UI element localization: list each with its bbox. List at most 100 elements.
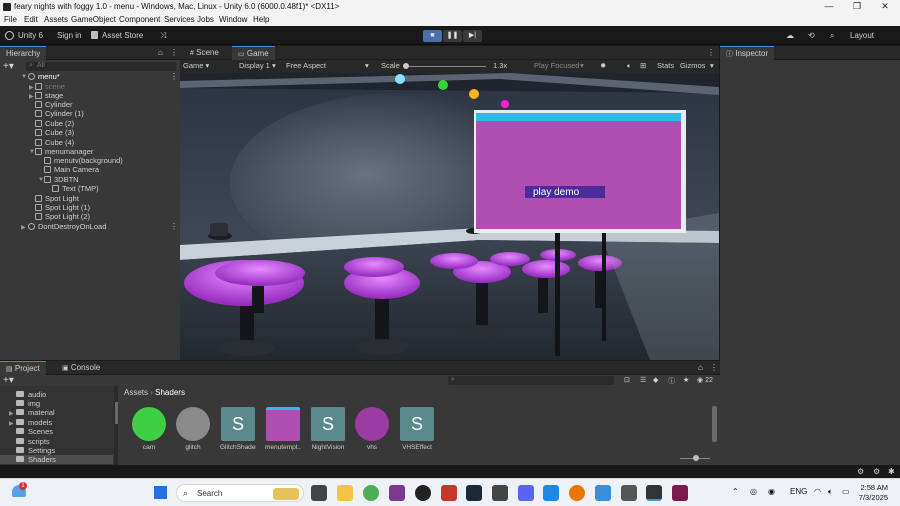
filter-label-icon[interactable]: ☰ <box>640 376 646 384</box>
folder-models[interactable]: models <box>16 418 52 427</box>
hierarchy-item[interactable]: Spot Light (2) <box>35 212 90 221</box>
history-icon[interactable]: ⟲ <box>808 31 815 40</box>
sign-in-button[interactable]: Sign in <box>57 31 81 40</box>
tag-icon[interactable]: ◆ <box>653 376 658 384</box>
close-button[interactable]: ✕ <box>871 0 899 14</box>
menu-services[interactable]: Services <box>164 15 195 24</box>
app-icon[interactable] <box>672 485 688 501</box>
settings-gear-icon[interactable]: ✹ <box>600 61 606 70</box>
aspect-chevron-icon[interactable]: ▾ <box>365 61 369 70</box>
hierarchy-item[interactable]: stage <box>35 91 63 100</box>
maximize-button[interactable]: ❐ <box>843 0 871 14</box>
audio-mute-icon[interactable]: 🔈︎ <box>627 61 632 71</box>
blender-icon[interactable] <box>569 485 585 501</box>
menu-help[interactable]: Help <box>253 15 269 24</box>
folder-shaders[interactable]: Shaders <box>0 455 113 464</box>
step-button[interactable]: ▶| <box>463 30 482 42</box>
menu-file[interactable]: File <box>4 15 17 24</box>
expand-arrow-icon[interactable]: ▼ <box>21 74 27 80</box>
stats-toggle-icon[interactable]: ⊞ <box>640 61 646 70</box>
tab-hierarchy[interactable]: Hierarchy <box>0 46 47 60</box>
asset-glitch[interactable]: glitch <box>175 407 211 451</box>
expand-arrow-icon[interactable]: ▶ <box>9 420 14 427</box>
pause-button[interactable]: ❚❚ <box>443 30 462 42</box>
asset-nightvision[interactable]: S NightVision <box>310 407 346 451</box>
gizmos-chevron-icon[interactable]: ▾ <box>710 61 714 70</box>
folder-scenes[interactable]: Scenes <box>16 427 53 436</box>
hierarchy-item[interactable]: Cube (4) <box>35 138 74 147</box>
hierarchy-item[interactable]: 3DBTN <box>44 175 79 184</box>
expand-arrow-icon[interactable]: ▶ <box>29 84 34 91</box>
chrome-icon[interactable] <box>363 485 379 501</box>
info-icon[interactable]: ⓘ <box>668 376 675 386</box>
asset-store-button[interactable]: Asset Store <box>102 31 143 40</box>
language-indicator[interactable]: ENG <box>790 487 807 496</box>
folder-scrollbar-thumb[interactable] <box>115 402 118 424</box>
play-button[interactable]: ■ <box>423 30 442 42</box>
scene-menu-icon[interactable]: ⋮ <box>170 72 178 81</box>
hierarchy-item[interactable]: scene <box>35 82 65 91</box>
favorite-icon[interactable]: ★ <box>683 376 689 384</box>
project-search-field[interactable]: ⌕ <box>448 376 614 385</box>
menu-jobs[interactable]: Jobs <box>197 15 214 24</box>
menu-component[interactable]: Component <box>119 15 160 24</box>
windows-start-icon[interactable] <box>154 486 167 499</box>
tray-app-icon[interactable]: ◎ <box>750 487 757 496</box>
wifi-icon[interactable]: ◠ <box>814 487 821 496</box>
stats-button[interactable]: Stats <box>657 61 674 70</box>
lock-icon[interactable]: ⌂ <box>158 48 163 57</box>
folder-settings[interactable]: Settings <box>16 446 55 455</box>
github-icon[interactable] <box>415 485 431 501</box>
hierarchy-item[interactable]: Cube (2) <box>35 119 74 128</box>
breadcrumb-assets[interactable]: Assets <box>124 388 148 397</box>
layout-dropdown[interactable]: Layout <box>850 31 874 40</box>
hierarchy-item[interactable]: menumanager <box>35 147 93 156</box>
play-focused-chevron-icon[interactable]: ▾ <box>580 61 584 70</box>
filter-type-icon[interactable]: ⊡ <box>624 376 630 384</box>
hierarchy-item[interactable]: Cylinder (1) <box>35 109 84 118</box>
file-explorer-icon[interactable] <box>337 485 353 501</box>
lock-icon[interactable]: ⌂ <box>698 363 703 372</box>
scene-menu-icon[interactable]: ⋮ <box>170 222 178 231</box>
gizmos-button[interactable]: Gizmos <box>680 61 705 70</box>
folder-audio[interactable]: audio <box>16 390 46 399</box>
scale-slider-handle[interactable] <box>403 63 409 69</box>
hierarchy-item[interactable]: Main Camera <box>44 165 99 174</box>
battery-icon[interactable]: ▭ <box>842 487 850 496</box>
aspect-dropdown[interactable]: Free Aspect <box>286 61 326 70</box>
folder-img[interactable]: img <box>16 399 40 408</box>
asset-vhseffect[interactable]: S VHSEffect <box>399 407 435 451</box>
hierarchy-item[interactable]: Cylinder <box>35 100 73 109</box>
app-icon[interactable] <box>595 485 611 501</box>
debug-icon[interactable]: ⚙ <box>873 467 880 476</box>
steam-icon[interactable] <box>466 485 482 501</box>
kebab-menu-icon[interactable]: ⋮ <box>707 48 715 57</box>
hierarchy-item[interactable]: Text (TMP) <box>52 184 99 193</box>
scale-slider-track[interactable] <box>404 66 486 67</box>
tab-console[interactable]: ▣ Console <box>56 361 106 375</box>
cloud-icon[interactable]: ☁ <box>786 31 794 40</box>
folder-material[interactable]: material <box>16 408 55 417</box>
clock-time[interactable]: 2:58 AM <box>858 483 888 492</box>
asset-cam[interactable]: cam <box>131 407 167 451</box>
kebab-menu-icon[interactable]: ⋮ <box>170 48 178 57</box>
tab-project[interactable]: ▤ Project <box>0 361 46 375</box>
account-button[interactable]: Unity 6 <box>18 31 43 40</box>
tray-overflow-icon[interactable]: ⌃ <box>732 487 739 496</box>
tab-inspector[interactable]: ⓘ Inspector <box>720 46 775 60</box>
menu-gameobject[interactable]: GameObject <box>71 15 116 24</box>
hierarchy-item-dontdestroy[interactable]: DontDestroyOnLoad <box>28 222 106 231</box>
menu-assets[interactable]: Assets <box>44 15 68 24</box>
asset-menutempl[interactable]: menutempl... <box>265 407 301 451</box>
task-view-icon[interactable] <box>311 485 327 501</box>
discord-icon[interactable] <box>518 485 534 501</box>
hierarchy-item[interactable]: menutv(background) <box>44 156 123 165</box>
app-icon[interactable] <box>492 485 508 501</box>
display-dropdown[interactable]: Display 1 ▾ <box>239 61 276 70</box>
kebab-menu-icon[interactable]: ⋮ <box>710 363 718 372</box>
hierarchy-item-scene-root[interactable]: menu* <box>28 72 60 81</box>
create-icon[interactable]: +▾ <box>3 375 14 386</box>
unity-editor-icon[interactable] <box>646 485 662 501</box>
asset-glitchshader[interactable]: S GlitchShader <box>220 407 256 451</box>
tray-app-icon[interactable]: ◉ <box>768 487 775 496</box>
